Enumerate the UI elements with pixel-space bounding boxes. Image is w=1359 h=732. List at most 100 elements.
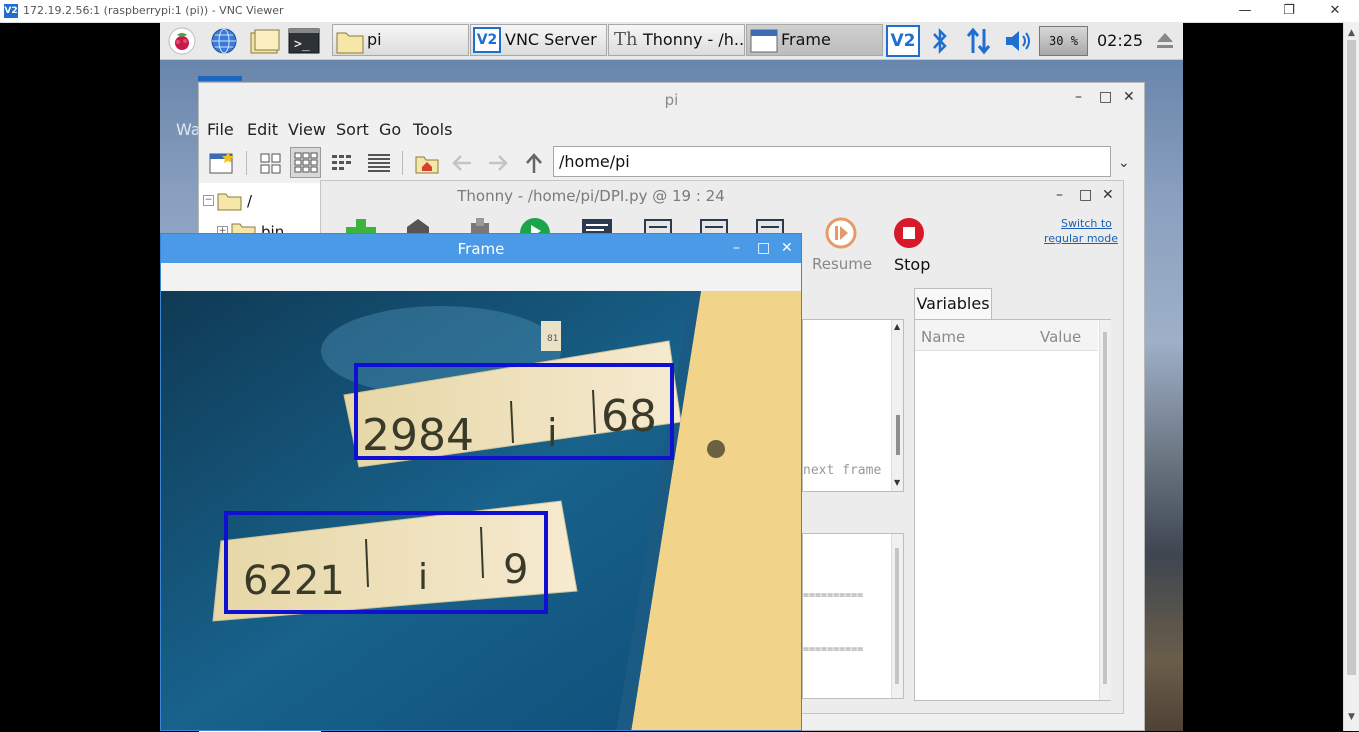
- stop-icon[interactable]: [893, 217, 925, 249]
- resume-label[interactable]: Resume: [812, 255, 872, 273]
- scroll-thumb[interactable]: [896, 415, 900, 455]
- path-input[interactable]: /home/pi: [553, 146, 1111, 177]
- tree-collapse-icon[interactable]: −: [203, 195, 214, 206]
- scroll-up-arrow-icon[interactable]: ▲: [1348, 28, 1355, 38]
- folder-icon: [217, 193, 242, 211]
- raspberry-menu-icon[interactable]: [168, 27, 196, 55]
- vnc-window-title: 172.19.2.56:1 (raspberrypi:1 (pi)) - VNC…: [23, 4, 284, 17]
- frame-title-bar[interactable]: Frame – □ ✕: [161, 234, 801, 263]
- tag-label: 81: [547, 334, 558, 344]
- window-title[interactable]: Thonny - /home/pi/DPI.py @ 19 : 24: [321, 187, 861, 205]
- scroll-down-arrow-icon[interactable]: ▼: [894, 478, 900, 487]
- taskbar: >_ pi V2 VNC Server Th Thonny - /h... Fr…: [160, 22, 1183, 60]
- file-manager-title-bar[interactable]: pi – □ ✕: [199, 83, 1144, 117]
- scroll-thumb[interactable]: [1103, 332, 1107, 684]
- tree-item-root[interactable]: /: [247, 192, 252, 210]
- resume-icon[interactable]: [825, 217, 857, 249]
- variables-panel: Name Value: [914, 319, 1111, 701]
- vnc-vertical-scrollbar[interactable]: ▲ ▼: [1343, 22, 1359, 731]
- toolbar-separator: [246, 151, 247, 175]
- thumbnail-view-button[interactable]: [290, 147, 321, 178]
- terminal-icon[interactable]: >_: [288, 27, 320, 55]
- web-browser-icon[interactable]: [210, 27, 238, 55]
- vnc-minimize-button[interactable]: —: [1233, 2, 1257, 20]
- camera-feed-image: 81 2984 i 68 6221 i 9: [161, 291, 801, 730]
- menu-file[interactable]: File: [207, 120, 234, 139]
- file-manager-icon[interactable]: [249, 27, 280, 55]
- variables-scrollbar[interactable]: [1099, 320, 1111, 700]
- clock[interactable]: 02:25: [1097, 31, 1143, 50]
- column-header-value[interactable]: Value: [1040, 328, 1081, 346]
- close-button[interactable]: ✕: [781, 240, 793, 256]
- cpu-usage-monitor: 30 %: [1039, 26, 1088, 56]
- plate-mid: i: [547, 411, 558, 455]
- scroll-thumb[interactable]: [895, 548, 899, 684]
- taskbar-window-vnc-server[interactable]: V2 VNC Server: [470, 24, 607, 56]
- taskbar-window-label: pi: [367, 30, 382, 49]
- menu-go[interactable]: Go: [379, 120, 401, 139]
- maximize-button[interactable]: □: [1099, 89, 1112, 105]
- thonny-icon: Th: [614, 29, 638, 50]
- plate-digits: 2984: [362, 410, 474, 461]
- vnc-tray-icon[interactable]: V2: [886, 25, 920, 57]
- tab-variables[interactable]: Variables: [914, 288, 992, 319]
- vnc-restore-button[interactable]: ❐: [1277, 2, 1301, 20]
- code-editor[interactable]: next frame ▲ ▼: [802, 319, 904, 492]
- menu-view[interactable]: View: [288, 120, 326, 139]
- window-icon: [750, 29, 778, 53]
- scroll-thumb[interactable]: [1347, 40, 1356, 675]
- scroll-up-arrow-icon[interactable]: ▲: [894, 322, 900, 331]
- maximize-button[interactable]: □: [757, 240, 770, 256]
- close-button[interactable]: ✕: [1102, 187, 1114, 203]
- taskbar-window-pi[interactable]: pi: [332, 24, 469, 56]
- vnc-title-bar: V2 172.19.2.56:1 (raspberrypi:1 (pi)) - …: [0, 0, 1359, 23]
- menu-tools[interactable]: Tools: [413, 120, 452, 139]
- plate-digits: 6221: [243, 558, 345, 604]
- switch-mode-link-line1[interactable]: Switch to: [1061, 217, 1112, 230]
- toolbar-separator: [402, 151, 403, 175]
- menu-edit[interactable]: Edit: [247, 120, 278, 139]
- icon-view-icon[interactable]: [258, 151, 284, 175]
- shell-panel[interactable]: ========== ==========: [802, 533, 904, 699]
- home-folder-icon[interactable]: [414, 151, 440, 175]
- switch-mode-link-line2[interactable]: regular mode: [1044, 232, 1118, 245]
- new-window-icon[interactable]: [209, 151, 235, 175]
- minimize-button[interactable]: –: [733, 240, 740, 256]
- menu-sort[interactable]: Sort: [336, 120, 369, 139]
- window-title: pi: [664, 91, 679, 109]
- code-line: next frame: [803, 463, 882, 478]
- bluetooth-icon[interactable]: [929, 26, 951, 60]
- taskbar-window-frame[interactable]: Frame: [746, 24, 883, 56]
- taskbar-window-label: Thonny - /h...: [643, 30, 745, 49]
- taskbar-window-label: VNC Server: [505, 30, 597, 49]
- up-arrow-icon[interactable]: [521, 151, 547, 175]
- close-button[interactable]: ✕: [1123, 89, 1135, 105]
- plate-mid: i: [418, 557, 428, 598]
- stop-label[interactable]: Stop: [894, 255, 930, 274]
- shell-scrollbar[interactable]: [891, 534, 903, 698]
- vnc-app-icon: V2: [4, 4, 18, 18]
- desktop-label-partial: Wa: [176, 120, 201, 139]
- detailed-list-view-icon[interactable]: [366, 151, 392, 175]
- taskbar-window-thonny[interactable]: Th Thonny - /h...: [608, 24, 745, 56]
- shell-line: ==========: [803, 590, 864, 601]
- compact-view-icon[interactable]: [330, 151, 356, 175]
- maximize-button[interactable]: □: [1079, 187, 1092, 203]
- path-history-dropdown-icon[interactable]: ⌄: [1118, 155, 1130, 171]
- eject-icon[interactable]: [1155, 30, 1175, 56]
- editor-scrollbar[interactable]: ▲ ▼: [891, 320, 903, 491]
- minimize-button[interactable]: –: [1056, 187, 1063, 203]
- vnc-server-icon: V2: [473, 27, 501, 53]
- back-arrow-icon[interactable]: [449, 151, 475, 175]
- scroll-down-arrow-icon[interactable]: ▼: [1348, 712, 1355, 722]
- network-icon[interactable]: [965, 26, 993, 60]
- forward-arrow-icon[interactable]: [485, 151, 511, 175]
- plate-end: 68: [601, 391, 657, 442]
- minimize-button[interactable]: –: [1075, 89, 1082, 105]
- volume-icon[interactable]: [1003, 28, 1033, 58]
- svg-text:>_: >_: [294, 37, 310, 52]
- column-header-name[interactable]: Name: [921, 328, 965, 346]
- vnc-close-button[interactable]: ✕: [1323, 2, 1347, 20]
- shell-line: ==========: [803, 644, 864, 655]
- taskbar-window-label: Frame: [781, 30, 831, 49]
